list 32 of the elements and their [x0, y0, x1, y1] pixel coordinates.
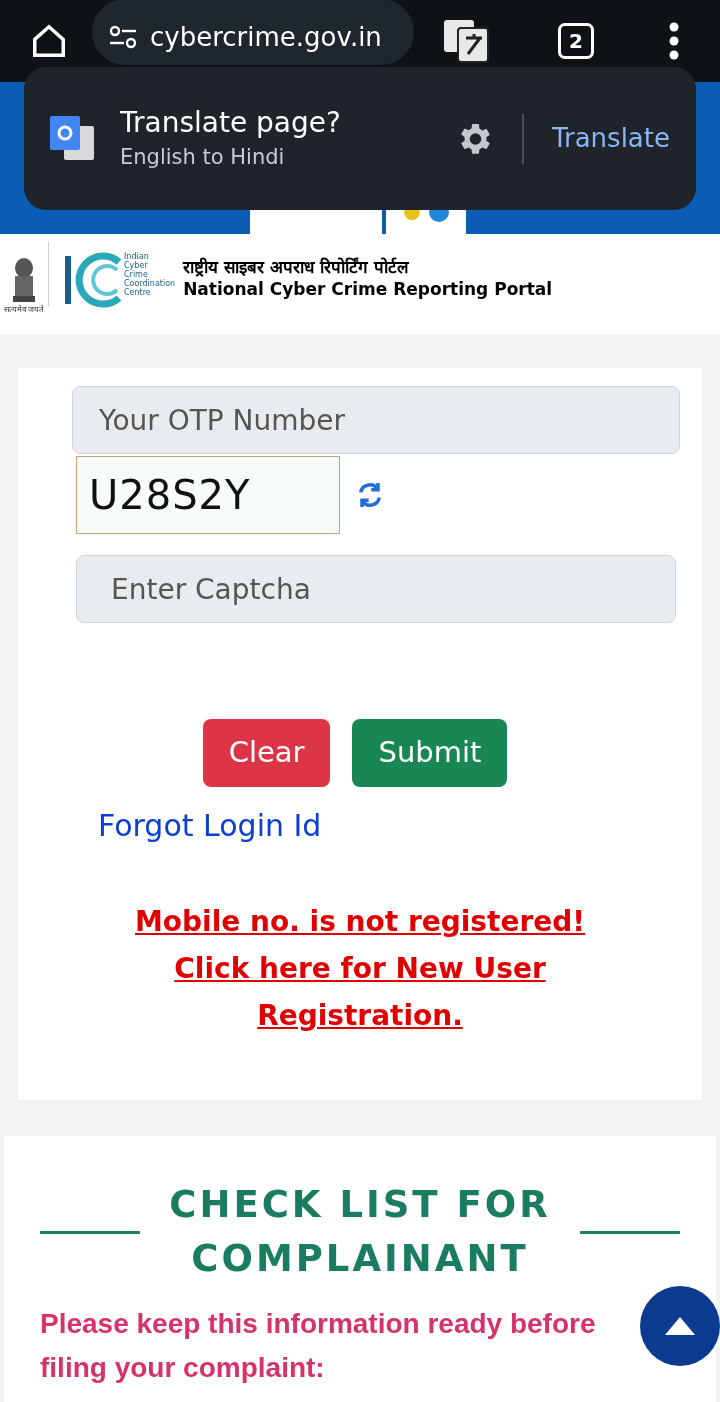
portal-title: National Cyber Crime Reporting Portal: [183, 278, 553, 300]
registration-link[interactable]: Click here for New User: [174, 945, 546, 992]
google-translate-icon: [50, 115, 96, 162]
popup-title: Translate page?: [120, 104, 341, 141]
logo-text: Crime: [124, 270, 149, 279]
emblem-motto: सत्यमेव जयते: [3, 304, 45, 316]
form-button[interactable]: Clear: [202, 719, 331, 787]
logo-text: Indian: [124, 252, 150, 261]
forgot-login-link[interactable]: Forgot Login Id: [98, 803, 702, 848]
otp-field[interactable]: Your OTP Number: [72, 386, 680, 454]
captcha-image: U28S2Y: [76, 456, 340, 534]
portal-title-hindi: राष्ट्रीय साइबर अपराध रिपोर्टिंग पोर्टल: [183, 256, 410, 278]
logo-text: Centre: [124, 288, 152, 297]
menu-icon[interactable]: [668, 22, 680, 60]
logo-text: Cyber: [124, 261, 149, 270]
checklist-intro: Please keep this information ready before filing your complaint:: [40, 1307, 597, 1385]
url-text: cybercrime.gov.in: [150, 20, 382, 54]
checklist-title: CHECK LIST FOR: [169, 1182, 551, 1228]
tab-count[interactable]: 2: [558, 23, 594, 59]
translate-button[interactable]: Translate: [551, 119, 670, 158]
form-button[interactable]: Submit: [352, 719, 508, 787]
captcha-field[interactable]: Enter Captcha: [76, 555, 676, 623]
logo-text: Coordination: [124, 279, 176, 288]
popup-subtitle: English to Hindi: [120, 143, 286, 171]
home-icon[interactable]: [30, 22, 68, 60]
address-bar[interactable]: cybercrime.gov.in: [92, 0, 414, 65]
registration-link[interactable]: Mobile no. is not registered!: [134, 898, 585, 945]
registration-link[interactable]: Registration.: [257, 992, 463, 1039]
checklist-title: COMPLAINANT: [191, 1236, 529, 1282]
translate-icon[interactable]: [444, 18, 490, 64]
site-settings-icon[interactable]: [108, 24, 138, 50]
up-arrow-icon: [665, 1317, 695, 1335]
